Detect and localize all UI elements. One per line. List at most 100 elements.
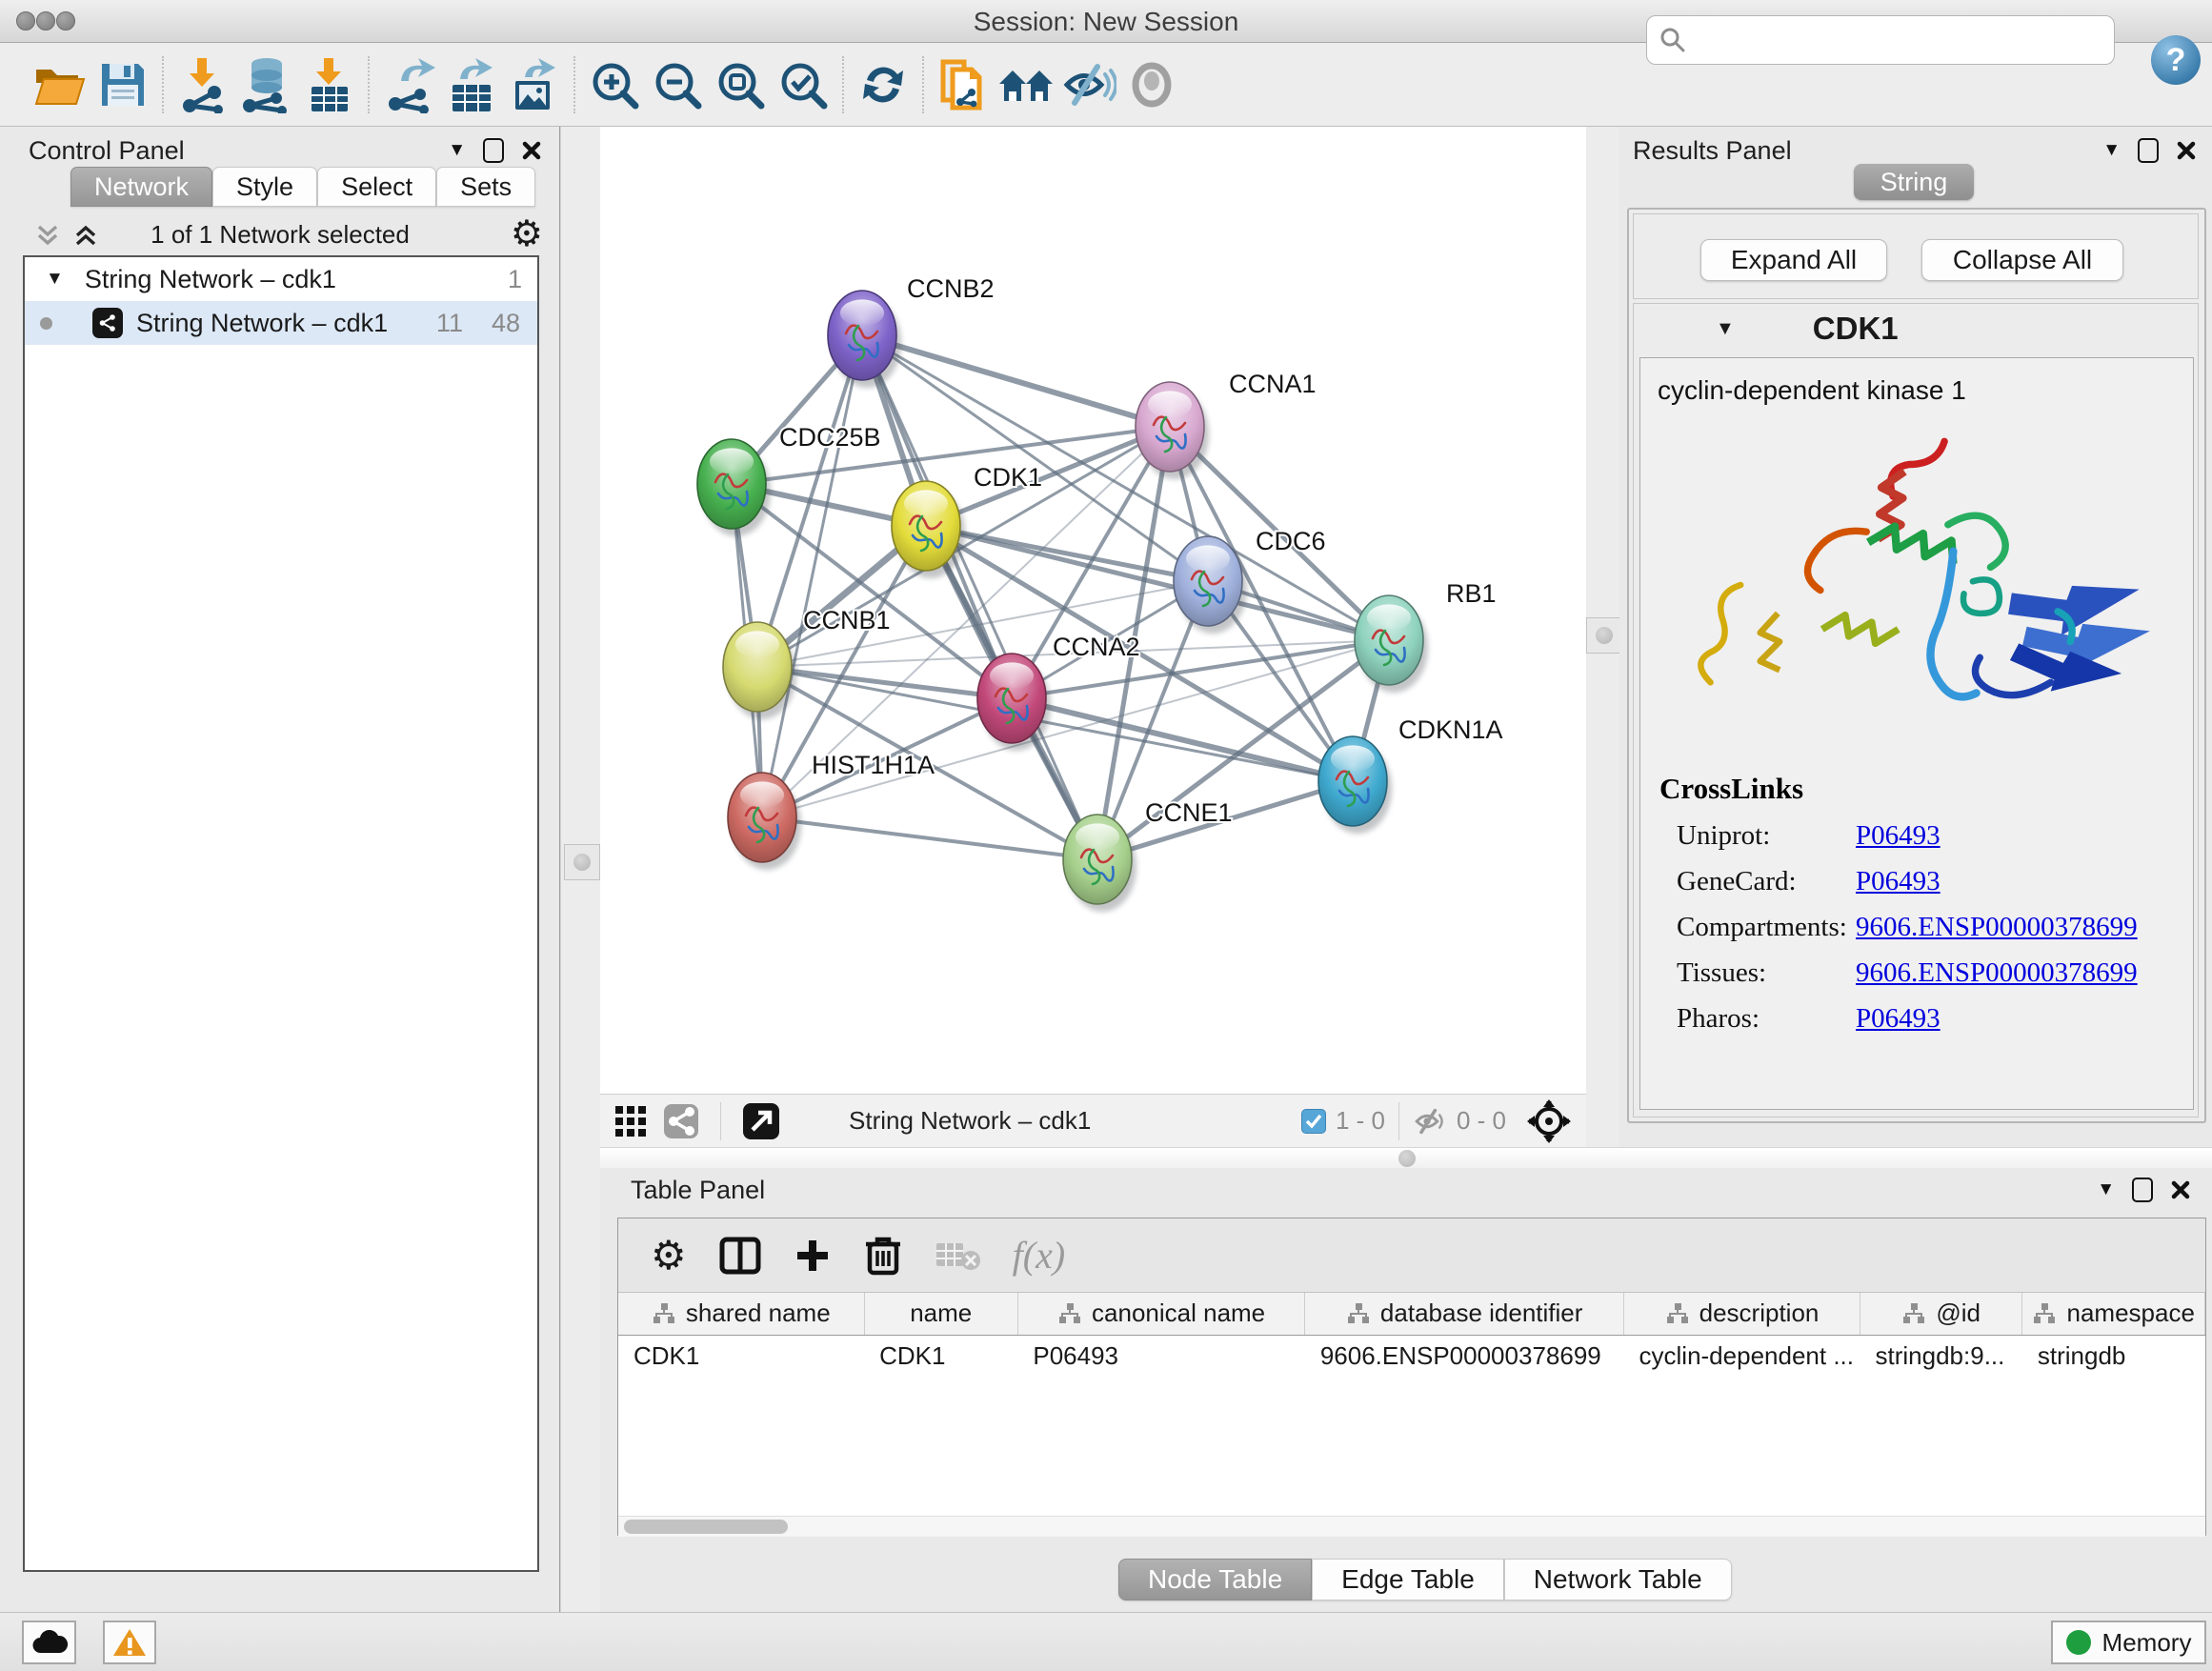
show-hidden-button[interactable] [1120, 53, 1183, 116]
edge-CCNB2-CCNA1[interactable] [862, 335, 1170, 427]
tree-expander-icon[interactable]: ▼ [46, 269, 64, 290]
selected-nodes-checkbox[interactable] [1301, 1109, 1326, 1134]
right-splitter-handle[interactable] [1586, 617, 1622, 654]
import-table-button[interactable] [297, 53, 360, 116]
crosslink-link[interactable]: P06493 [1856, 820, 1941, 852]
folder-icon [32, 60, 88, 110]
zoom-selected-button[interactable] [772, 53, 835, 116]
table-cell[interactable]: cyclin-dependent ... [1624, 1335, 1860, 1377]
gene-entry-header[interactable]: ▼ CDK1 [1634, 304, 2198, 353]
collapse-entry-icon[interactable]: ▼ [1716, 318, 1735, 340]
open-in-new-window-icon[interactable] [742, 1102, 780, 1140]
column-header-description[interactable]: description [1624, 1293, 1860, 1335]
import-network-file-button[interactable] [171, 53, 234, 116]
memory-button[interactable]: Memory [2051, 1621, 2206, 1664]
crosslink-link[interactable]: 9606.ENSP00000378699 [1856, 912, 2138, 943]
zoom-in-button[interactable] [583, 53, 646, 116]
import-network-database-button[interactable] [234, 53, 297, 116]
network-edges[interactable] [732, 335, 1389, 859]
cloud-status-button[interactable] [22, 1621, 76, 1664]
close-panel-icon[interactable] [2176, 140, 2197, 161]
refresh-view-button[interactable] [852, 53, 915, 116]
network-node-RB1[interactable]: RB1 [1355, 579, 1497, 693]
table-mode-gear-icon[interactable]: ⚙ [651, 1232, 687, 1278]
undock-panel-icon[interactable] [2132, 1178, 2153, 1202]
edge-CCNB2-HIST1H1A[interactable] [762, 335, 862, 817]
column-header-namespace[interactable]: namespace [2022, 1293, 2205, 1335]
table-cell[interactable]: CDK1 [618, 1335, 864, 1377]
hidden-eye-icon[interactable] [1413, 1107, 1447, 1136]
left-splitter-handle[interactable] [564, 844, 600, 880]
tab-network[interactable]: Network [70, 167, 212, 207]
undock-panel-icon[interactable] [2138, 138, 2159, 163]
export-table-button[interactable] [440, 53, 503, 116]
export-image-button[interactable] [503, 53, 566, 116]
float-panel-icon[interactable]: ▼ [448, 140, 466, 161]
network-node-CDKN1A[interactable]: CDKN1A [1318, 715, 1503, 834]
bottom-splitter[interactable] [600, 1147, 2212, 1168]
edge-HIST1H1A-CCNE1[interactable] [762, 817, 1097, 859]
eye-slash-icon [1061, 61, 1116, 109]
column-header-database-identifier[interactable]: database identifier [1305, 1293, 1624, 1335]
network-collection-row[interactable]: ▼ String Network – cdk1 1 [25, 257, 537, 301]
collapse-all-button[interactable]: Collapse All [1921, 239, 2123, 281]
tab-sets[interactable]: Sets [436, 167, 535, 207]
float-panel-icon[interactable]: ▼ [2102, 140, 2121, 161]
tab-select[interactable]: Select [317, 167, 436, 207]
close-panel-icon[interactable] [521, 140, 542, 161]
zoom-fit-button[interactable] [709, 53, 772, 116]
tab-style[interactable]: Style [212, 167, 317, 207]
left-splitter[interactable] [561, 127, 600, 1612]
export-network-button[interactable] [377, 53, 440, 116]
show-columns-icon[interactable] [719, 1235, 761, 1277]
table-cell[interactable]: stringdb:9... [1860, 1335, 2022, 1377]
node-label-RB1: RB1 [1446, 579, 1497, 608]
column-header-shared-name[interactable]: shared name [618, 1293, 864, 1335]
close-panel-icon[interactable] [2170, 1179, 2191, 1200]
network-node-CCNE1[interactable]: CCNE1 [1063, 798, 1233, 912]
network-canvas[interactable]: CCNB2CCNA1CDC25BCDK1CDC6RB1CCNB1CCNA2CDK… [600, 127, 1586, 1094]
expand-all-button[interactable]: Expand All [1700, 239, 1887, 281]
table-cell[interactable]: stringdb [2022, 1335, 2205, 1377]
grid-view-icon[interactable] [613, 1104, 648, 1138]
column-header--id[interactable]: @id [1860, 1293, 2022, 1335]
table-horizontal-scrollbar[interactable] [618, 1516, 2205, 1537]
column-header-name[interactable]: name [864, 1293, 1017, 1335]
tab-network-table[interactable]: Network Table [1504, 1559, 1732, 1601]
tab-string[interactable]: String [1854, 164, 1974, 200]
table-cell[interactable]: CDK1 [864, 1335, 1017, 1377]
hide-selected-button[interactable] [1057, 53, 1120, 116]
crosslink-link[interactable]: P06493 [1856, 866, 1941, 897]
save-session-button[interactable] [91, 53, 154, 116]
tab-edge-table[interactable]: Edge Table [1312, 1559, 1504, 1601]
right-splitter[interactable] [1586, 127, 1619, 1147]
crosslink-link[interactable]: 9606.ENSP00000378699 [1856, 957, 2138, 989]
help-button[interactable]: ? [2151, 35, 2201, 85]
warnings-button[interactable] [103, 1621, 156, 1664]
table-cell[interactable]: P06493 [1017, 1335, 1304, 1377]
float-panel-icon[interactable]: ▼ [2097, 1179, 2115, 1200]
crosslink-link[interactable]: P06493 [1856, 1003, 1941, 1035]
table-cell[interactable]: 9606.ENSP00000378699 [1305, 1335, 1624, 1377]
scrollbar-thumb[interactable] [624, 1520, 788, 1534]
new-network-from-selection-button[interactable] [932, 53, 995, 116]
create-column-icon[interactable] [794, 1237, 832, 1275]
column-header-canonical-name[interactable]: canonical name [1017, 1293, 1304, 1335]
open-session-button[interactable] [29, 53, 91, 116]
network-share-icon[interactable] [663, 1103, 699, 1139]
network-row[interactable]: String Network – cdk1 11 48 [25, 301, 537, 345]
edge-CCNB2-CCNE1[interactable] [862, 335, 1097, 859]
tab-node-table[interactable]: Node Table [1118, 1559, 1312, 1601]
bottom-splitter-handle[interactable] [1398, 1150, 1416, 1167]
table-row[interactable]: CDK1CDK1P064939606.ENSP00000378699cyclin… [618, 1335, 2205, 1377]
undock-panel-icon[interactable] [483, 138, 504, 163]
network-node-CDK1[interactable]: CDK1 [892, 463, 1042, 578]
delete-column-trash-icon[interactable] [864, 1235, 902, 1277]
birdseye-view-icon[interactable] [1527, 1099, 1571, 1143]
gear-icon[interactable]: ⚙ [511, 212, 543, 255]
first-neighbors-button[interactable] [995, 53, 1057, 116]
zoom-out-button[interactable] [646, 53, 709, 116]
network-node-CDC25B[interactable]: CDC25B [697, 423, 881, 536]
network-node-CCNA1[interactable]: CCNA1 [1136, 370, 1317, 479]
search-input[interactable] [1687, 26, 2097, 55]
